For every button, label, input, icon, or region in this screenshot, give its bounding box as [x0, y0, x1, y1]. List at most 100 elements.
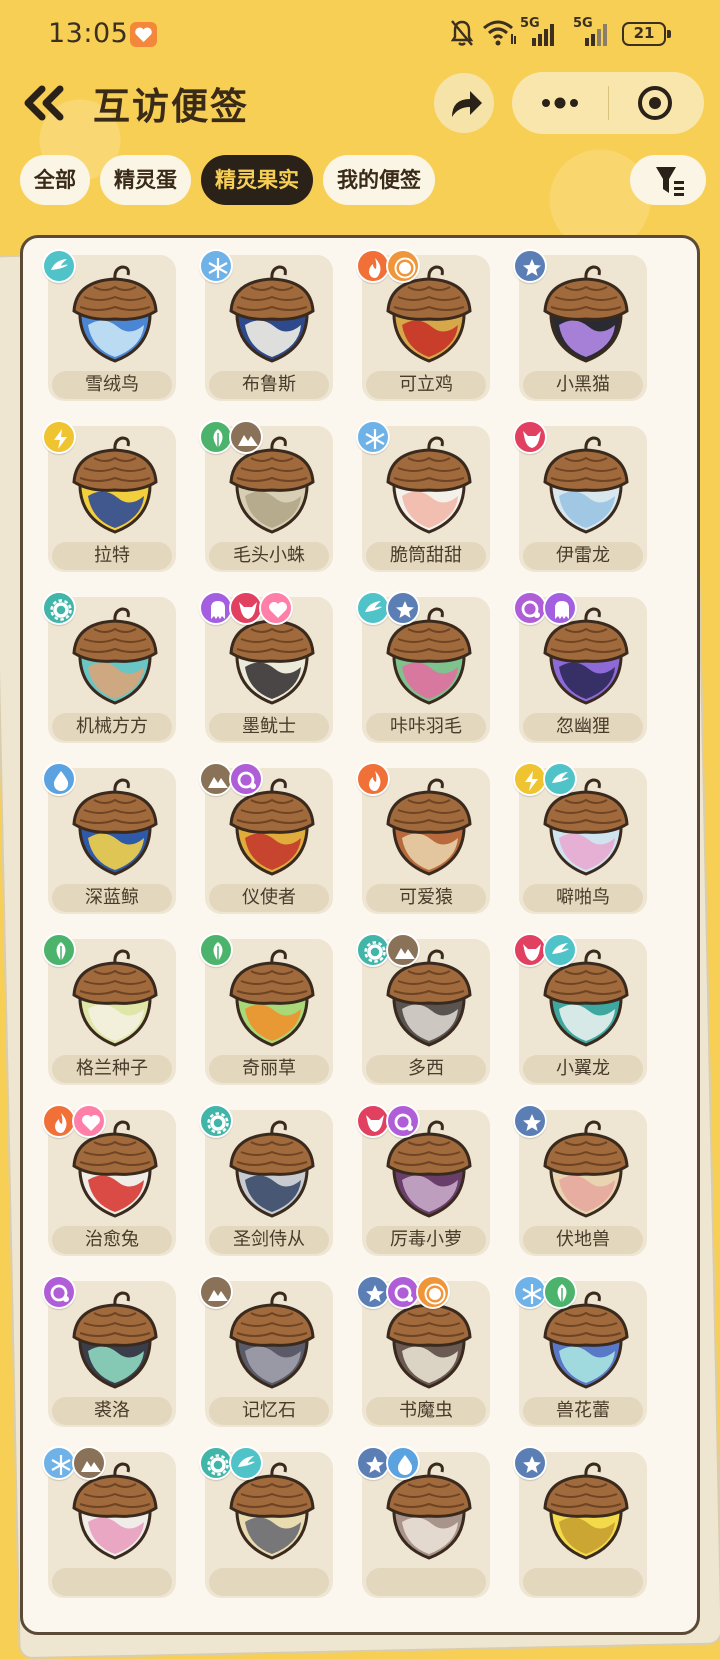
fruit-card[interactable]: 拉特 [42, 420, 176, 572]
grass-element-icon [42, 933, 76, 967]
share-button[interactable] [434, 73, 494, 133]
fruit-card[interactable]: 书魔虫 [356, 1275, 490, 1427]
earth-element-icon [72, 1446, 106, 1480]
element-badges [42, 1446, 106, 1480]
fruit-card[interactable]: 格兰种子 [42, 933, 176, 1085]
fruit-card[interactable]: 厉毒小萝 [356, 1104, 490, 1256]
fruit-card[interactable]: 兽花蕾 [513, 1275, 647, 1427]
fruit-card[interactable]: 仪使者 [199, 762, 333, 914]
battery-level: 21 [633, 24, 655, 42]
fruit-card[interactable]: 小翼龙 [513, 933, 647, 1085]
signal-icon-2 [585, 24, 607, 46]
element-badges [42, 1104, 106, 1138]
element-badges [199, 1104, 233, 1138]
fruit-card[interactable]: 墨鱿士 [199, 591, 333, 743]
element-badges [513, 249, 547, 283]
fruit-card[interactable]: 治愈兔 [42, 1104, 176, 1256]
fruit-card[interactable] [42, 1446, 176, 1598]
filter-funnel-icon [656, 167, 684, 196]
mech-element-icon [356, 933, 390, 967]
fruit-card[interactable]: 记忆石 [199, 1275, 333, 1427]
fruit-card[interactable]: 圣剑侍从 [199, 1104, 333, 1256]
fruit-name-label: 雪绒鸟 [52, 371, 172, 399]
grass-element-icon [543, 1275, 577, 1309]
fruit-name-label: 兽花蕾 [523, 1397, 643, 1425]
mech-element-icon [42, 591, 76, 625]
fruit-card[interactable]: 噼啪鸟 [513, 762, 647, 914]
element-badges [356, 1446, 420, 1480]
earth-element-icon [199, 1275, 233, 1309]
electric-element-icon [513, 762, 547, 796]
acorn-fruit-icon [386, 778, 472, 876]
cute-element-icon [259, 591, 293, 625]
fruit-name-label: 书魔虫 [366, 1397, 486, 1425]
grass-element-icon [199, 933, 233, 967]
element-badges [42, 420, 76, 454]
fruit-card[interactable]: 伊雷龙 [513, 420, 647, 572]
element-badges [199, 933, 233, 967]
fruit-card[interactable]: 多西 [356, 933, 490, 1085]
fruit-name-label: 咔咔羽毛 [366, 713, 486, 741]
fruit-card[interactable]: 布鲁斯 [199, 249, 333, 401]
tab-all[interactable]: 全部 [20, 155, 90, 205]
fruit-card[interactable]: 咔咔羽毛 [356, 591, 490, 743]
poison-element-icon [386, 1104, 420, 1138]
tab-spirit-fruit[interactable]: 精灵果实 [201, 155, 313, 205]
target-close-icon [638, 86, 672, 120]
acorn-fruit-icon [386, 436, 472, 534]
fruit-name-label: 噼啪鸟 [523, 884, 643, 912]
fruit-name-label [209, 1568, 329, 1596]
normal-element-icon [356, 1446, 390, 1480]
fire-element-icon [356, 249, 390, 283]
element-badges [356, 762, 390, 796]
fruit-card[interactable] [199, 1446, 333, 1598]
poison-element-icon [229, 762, 263, 796]
mini-program-capsule [512, 72, 704, 134]
fruit-card[interactable]: 脆筒甜甜 [356, 420, 490, 572]
fruit-name-label: 小翼龙 [523, 1055, 643, 1083]
element-badges [356, 933, 420, 967]
fruit-card[interactable]: 奇丽草 [199, 933, 333, 1085]
fruit-card[interactable]: 小黑猫 [513, 249, 647, 401]
fruit-name-label: 记忆石 [209, 1397, 329, 1425]
more-menu-button[interactable] [512, 72, 608, 134]
fruit-card[interactable]: 毛头小蛛 [199, 420, 333, 572]
fruit-name-label: 深蓝鲸 [52, 884, 172, 912]
grass-element-icon [199, 420, 233, 454]
fruit-card[interactable]: 雪绒鸟 [42, 249, 176, 401]
fruit-card[interactable]: 深蓝鲸 [42, 762, 176, 914]
fruit-card[interactable]: 可爱猿 [356, 762, 490, 914]
fruit-card[interactable]: 忽幽狸 [513, 591, 647, 743]
water-element-icon [42, 762, 76, 796]
fruit-name-label: 格兰种子 [52, 1055, 172, 1083]
ghost-element-icon [543, 591, 577, 625]
cute-element-icon [72, 1104, 106, 1138]
back-button[interactable] [20, 83, 70, 123]
fire-element-icon [356, 762, 390, 796]
fruit-name-label [523, 1568, 643, 1596]
ice-element-icon [356, 420, 390, 454]
fruit-name-label: 仪使者 [209, 884, 329, 912]
fruit-card[interactable]: 机械方方 [42, 591, 176, 743]
filter-button[interactable] [630, 155, 706, 205]
fruit-card[interactable]: 裘洛 [42, 1275, 176, 1427]
acorn-fruit-icon [229, 1120, 315, 1218]
element-badges [199, 1446, 263, 1480]
fruit-card[interactable] [356, 1446, 490, 1598]
normal-element-icon [513, 1446, 547, 1480]
wing-element-icon [543, 762, 577, 796]
element-badges [513, 1446, 547, 1480]
page-title: 互访便签 [93, 85, 249, 128]
tab-my-notes[interactable]: 我的便签 [323, 155, 435, 205]
acorn-fruit-icon [72, 778, 158, 876]
fruit-name-label: 忽幽狸 [523, 713, 643, 741]
element-badges [42, 1275, 76, 1309]
dragon-element-icon [513, 420, 547, 454]
close-miniprogram-button[interactable] [609, 72, 704, 134]
fruit-card[interactable]: 可立鸡 [356, 249, 490, 401]
ghost-element-icon [199, 591, 233, 625]
tab-spirit-egg[interactable]: 精灵蛋 [100, 155, 191, 205]
normal-element-icon [513, 1104, 547, 1138]
fruit-card[interactable]: 伏地兽 [513, 1104, 647, 1256]
fruit-card[interactable] [513, 1446, 647, 1598]
